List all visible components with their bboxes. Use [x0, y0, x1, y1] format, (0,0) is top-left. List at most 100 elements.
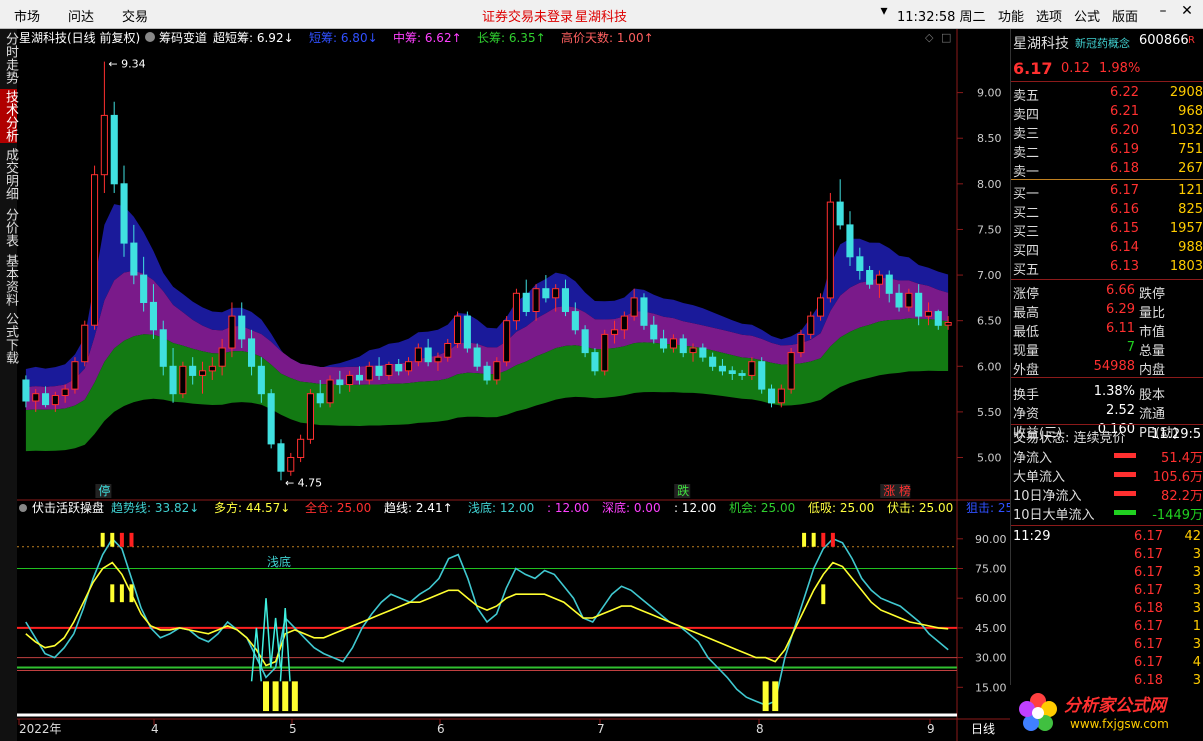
flow-row[interactable]: 10日大单流入 -1449万 [1011, 504, 1203, 523]
candle-body [660, 338, 668, 349]
row-price: 6.19 [1110, 142, 1139, 157]
candle-body [581, 329, 589, 354]
period-label[interactable]: 日线 [971, 722, 995, 736]
bid-row[interactable]: 买四 6.14 988 [1011, 240, 1203, 259]
y-tick-label: 5.00 [977, 452, 1002, 465]
stock-name-link[interactable]: 星湖科技 [575, 6, 627, 25]
bid-row[interactable]: 买二 6.16 825 [1011, 202, 1203, 221]
signal-bar [119, 532, 124, 547]
concept-tag[interactable]: 新冠药概念 [1075, 35, 1130, 51]
candle-body [738, 373, 746, 376]
time-axis: 2022年 4 5 6 7 8 9 [18, 719, 935, 736]
stat-value: 2.52 [1106, 403, 1135, 418]
clock: 11:32:58 周二 [897, 10, 986, 25]
header-value-0: 超短筹: 6.92↓ [213, 30, 294, 45]
signal-bar [129, 532, 134, 547]
candle-body [287, 457, 295, 472]
ask-row[interactable]: 卖二 6.19 751 [1011, 142, 1203, 161]
candle-body [768, 388, 776, 404]
flow-row[interactable]: 净流入 51.4万 [1011, 447, 1203, 466]
login-notice[interactable]: 证券交易未登录 [482, 6, 573, 25]
minimize-icon[interactable]: – [1154, 3, 1172, 19]
dropdown-icon[interactable]: ▾ [875, 3, 893, 19]
price-change: 0.12 [1061, 61, 1090, 76]
candle-body [51, 395, 59, 406]
tick-volume: 4 [1192, 655, 1201, 670]
ask-row[interactable]: 卖三 6.20 1032 [1011, 123, 1203, 142]
main-indicator-name: 筹码变道 [159, 30, 207, 45]
candle-body [552, 288, 560, 299]
signal-bar [291, 681, 298, 712]
candle-body [297, 438, 305, 458]
header-value-3: 长筹: 6.35↑ [477, 31, 546, 45]
tab-intraday[interactable]: 分时走势 [0, 31, 18, 85]
flow-row[interactable]: 10日净流入 82.2万 [1011, 485, 1203, 504]
chart-area[interactable]: 星湖科技(日线 前复权) 筹码变道 超短筹: 6.92↓ 短筹: 6.80↓ 中筹:… [17, 29, 1010, 741]
candle-body [267, 393, 275, 445]
sub-header-value-2: 全仓: 25.00 [305, 500, 371, 515]
ask-row[interactable]: 卖五 6.22 2908 [1011, 85, 1203, 104]
row-volume: 2908 [1169, 85, 1203, 100]
flow-label: 10日大单流入 [1013, 508, 1095, 523]
candle-body [905, 292, 913, 308]
stat-value: 6.29 [1106, 302, 1135, 317]
menu-layout[interactable]: 版面 [1112, 6, 1138, 25]
tab-fundamentals[interactable]: 基本资料 [0, 253, 18, 307]
candle-body [483, 365, 491, 381]
chart-svg[interactable]: 星湖科技(日线 前复权) 筹码变道 超短筹: 6.92↓ 短筹: 6.80↓ 中筹:… [17, 29, 1010, 741]
sub-indicator-settings-icon[interactable] [19, 504, 27, 512]
row-label: 卖一 [1013, 165, 1040, 180]
bid-row[interactable]: 买五 6.13 1803 [1011, 259, 1203, 278]
tab-formula-download[interactable]: 公式下载 [0, 311, 18, 365]
menu-wenda[interactable]: 问达 [68, 6, 94, 25]
candle-body [22, 379, 30, 402]
row-label: 买二 [1013, 206, 1040, 221]
tab-trades[interactable]: 成交明细 [0, 147, 18, 201]
menu-formula[interactable]: 公式 [1074, 6, 1100, 25]
sub-chart [17, 532, 957, 717]
header-value-2: 中筹: 6.62↑ [393, 30, 462, 45]
expand-icon[interactable]: □ [941, 31, 951, 44]
close-icon[interactable]: ✕ [1178, 3, 1196, 19]
bid-row[interactable]: 买一 6.17 121 [1011, 183, 1203, 202]
current-price: 6.17 [1013, 59, 1053, 78]
stat-label: 外盘 [1013, 363, 1040, 378]
row-price: 6.21 [1110, 104, 1139, 119]
menu-options[interactable]: 选项 [1036, 6, 1062, 25]
ask-row[interactable]: 卖一 6.18 267 [1011, 161, 1203, 180]
candle-body [601, 333, 609, 372]
x-tick-label: 2022年 [19, 722, 62, 736]
candle-body [817, 297, 825, 317]
flow-label: 大单流入 [1013, 470, 1066, 485]
max-price-label: ← 9.34 [108, 58, 145, 71]
signal-bar [821, 584, 826, 605]
indicator-settings-icon[interactable] [145, 32, 155, 42]
candle-body [611, 329, 619, 335]
candle-body [493, 361, 501, 381]
flow-label: 10日净流入 [1013, 489, 1082, 504]
stat-label-2: 跌停 [1139, 287, 1166, 302]
sub-y-ticks: 90.00 75.00 60.00 45.00 30.00 15.00 [957, 533, 1007, 694]
menu-trade[interactable]: 交易 [122, 6, 148, 25]
bid-row[interactable]: 买三 6.15 1957 [1011, 221, 1203, 240]
diamond-icon[interactable]: ◇ [925, 31, 934, 44]
flow-row[interactable]: 大单流入 105.6万 [1011, 466, 1203, 485]
shallow-bottom-label: 浅底 [267, 554, 291, 569]
menu-function[interactable]: 功能 [998, 6, 1024, 25]
tab-price-table[interactable]: 分价表 [0, 205, 18, 249]
signal-label: 停 [98, 483, 110, 498]
signal-bar [129, 584, 134, 603]
candle-body [140, 274, 148, 304]
sub-header-value-6: 深底: 0.00 [602, 500, 661, 515]
candle-body [758, 361, 766, 390]
candle-body [885, 274, 893, 294]
menu-market[interactable]: 市场 [14, 6, 40, 25]
candle-body [326, 379, 334, 404]
candle-body [846, 224, 854, 258]
candle-body [355, 374, 363, 381]
ask-row[interactable]: 卖四 6.21 968 [1011, 104, 1203, 123]
tick-row: 6.17 3 [1011, 547, 1203, 565]
y-tick-label: 8.00 [977, 178, 1002, 191]
tab-technical[interactable]: 技术分析 [0, 89, 18, 143]
tick-price: 6.17 [1134, 637, 1163, 652]
